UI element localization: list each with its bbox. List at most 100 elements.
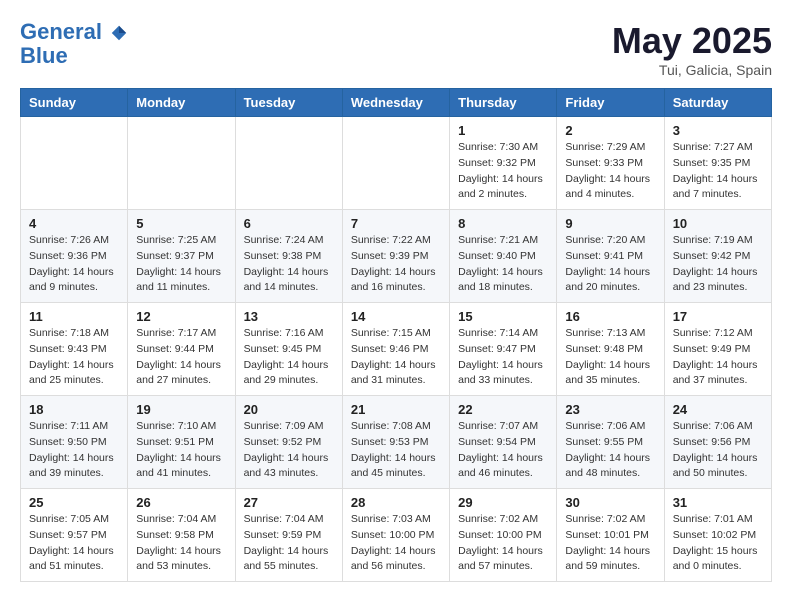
calendar-cell <box>21 117 128 210</box>
calendar-cell: 15Sunrise: 7:14 AM Sunset: 9:47 PM Dayli… <box>450 303 557 396</box>
calendar-cell: 31Sunrise: 7:01 AM Sunset: 10:02 PM Dayl… <box>664 489 771 582</box>
day-number: 18 <box>29 402 119 417</box>
day-info: Sunrise: 7:25 AM Sunset: 9:37 PM Dayligh… <box>136 233 226 296</box>
calendar-cell <box>342 117 449 210</box>
day-info: Sunrise: 7:10 AM Sunset: 9:51 PM Dayligh… <box>136 419 226 482</box>
day-info: Sunrise: 7:12 AM Sunset: 9:49 PM Dayligh… <box>673 326 763 389</box>
calendar-cell: 23 Sunrise: 7:06 AM Sunset: 9:55 PM Dayli… <box>557 396 664 489</box>
calendar-cell: 21 Sunrise: 7:08 AM Sunset: 9:53 PM Dayli… <box>342 396 449 489</box>
day-number: 13 <box>244 309 334 324</box>
calendar-cell: 30Sunrise: 7:02 AM Sunset: 10:01 PM Dayl… <box>557 489 664 582</box>
day-number: 22 <box>458 402 548 417</box>
day-info: Sunrise: 7:06 AM Sunset: 9:55 PM Dayligh… <box>565 419 655 482</box>
calendar-cell: 10Sunrise: 7:19 AM Sunset: 9:42 PM Dayli… <box>664 210 771 303</box>
day-number: 26 <box>136 495 226 510</box>
calendar-cell: 7 Sunrise: 7:22 AM Sunset: 9:39 PM Daylig… <box>342 210 449 303</box>
day-info: Sunrise: 7:02 AM Sunset: 10:00 PM Daylig… <box>458 512 548 575</box>
day-number: 23 <box>565 402 655 417</box>
day-info: Sunrise: 7:06 AM Sunset: 9:56 PM Dayligh… <box>673 419 763 482</box>
day-info: Sunrise: 7:03 AM Sunset: 10:00 PM Daylig… <box>351 512 441 575</box>
calendar-cell <box>128 117 235 210</box>
day-info: Sunrise: 7:17 AM Sunset: 9:44 PM Dayligh… <box>136 326 226 389</box>
calendar-cell: 29 Sunrise: 7:02 AM Sunset: 10:00 PM Dayl… <box>450 489 557 582</box>
day-number: 29 <box>458 495 548 510</box>
weekday-header-saturday: Saturday <box>664 89 771 117</box>
calendar-cell: 9 Sunrise: 7:20 AM Sunset: 9:41 PM Daylig… <box>557 210 664 303</box>
day-number: 19 <box>136 402 226 417</box>
calendar-cell: 25 Sunrise: 7:05 AM Sunset: 9:57 PM Dayli… <box>21 489 128 582</box>
day-info: Sunrise: 7:18 AM Sunset: 9:43 PM Dayligh… <box>29 326 119 389</box>
week-row-5: 25 Sunrise: 7:05 AM Sunset: 9:57 PM Dayli… <box>21 489 772 582</box>
day-info: Sunrise: 7:02 AM Sunset: 10:01 PM Daylig… <box>565 512 655 575</box>
calendar-cell: 1Sunrise: 7:30 AM Sunset: 9:32 PM Daylig… <box>450 117 557 210</box>
day-info: Sunrise: 7:05 AM Sunset: 9:57 PM Dayligh… <box>29 512 119 575</box>
day-number: 3 <box>673 123 763 138</box>
day-info: Sunrise: 7:08 AM Sunset: 9:53 PM Dayligh… <box>351 419 441 482</box>
day-number: 12 <box>136 309 226 324</box>
day-number: 8 <box>458 216 548 231</box>
day-info: Sunrise: 7:21 AM Sunset: 9:40 PM Dayligh… <box>458 233 548 296</box>
weekday-header-wednesday: Wednesday <box>342 89 449 117</box>
day-number: 16 <box>565 309 655 324</box>
week-row-1: 1Sunrise: 7:30 AM Sunset: 9:32 PM Daylig… <box>21 117 772 210</box>
page-header: General Blue May 2025 Tui, Galicia, Spai… <box>20 20 772 78</box>
calendar-cell: 27 Sunrise: 7:04 AM Sunset: 9:59 PM Dayli… <box>235 489 342 582</box>
day-number: 7 <box>351 216 441 231</box>
day-info: Sunrise: 7:19 AM Sunset: 9:42 PM Dayligh… <box>673 233 763 296</box>
weekday-header-sunday: Sunday <box>21 89 128 117</box>
weekday-header-tuesday: Tuesday <box>235 89 342 117</box>
day-number: 1 <box>458 123 548 138</box>
day-info: Sunrise: 7:29 AM Sunset: 9:33 PM Dayligh… <box>565 140 655 203</box>
day-number: 15 <box>458 309 548 324</box>
calendar-cell: 12 Sunrise: 7:17 AM Sunset: 9:44 PM Dayli… <box>128 303 235 396</box>
calendar-cell: 18 Sunrise: 7:11 AM Sunset: 9:50 PM Dayli… <box>21 396 128 489</box>
logo-text-blue: Blue <box>20 44 128 68</box>
calendar-cell: 6 Sunrise: 7:24 AM Sunset: 9:38 PM Daylig… <box>235 210 342 303</box>
day-info: Sunrise: 7:04 AM Sunset: 9:58 PM Dayligh… <box>136 512 226 575</box>
weekday-header-friday: Friday <box>557 89 664 117</box>
calendar-cell: 14Sunrise: 7:15 AM Sunset: 9:46 PM Dayli… <box>342 303 449 396</box>
location-text: Tui, Galicia, Spain <box>612 62 772 78</box>
calendar-table: SundayMondayTuesdayWednesdayThursdayFrid… <box>20 88 772 582</box>
calendar-cell: 24Sunrise: 7:06 AM Sunset: 9:56 PM Dayli… <box>664 396 771 489</box>
day-number: 6 <box>244 216 334 231</box>
day-info: Sunrise: 7:24 AM Sunset: 9:38 PM Dayligh… <box>244 233 334 296</box>
week-row-2: 4Sunrise: 7:26 AM Sunset: 9:36 PM Daylig… <box>21 210 772 303</box>
day-number: 21 <box>351 402 441 417</box>
calendar-cell: 3 Sunrise: 7:27 AM Sunset: 9:35 PM Daylig… <box>664 117 771 210</box>
day-number: 17 <box>673 309 763 324</box>
week-row-4: 18 Sunrise: 7:11 AM Sunset: 9:50 PM Dayli… <box>21 396 772 489</box>
day-info: Sunrise: 7:20 AM Sunset: 9:41 PM Dayligh… <box>565 233 655 296</box>
calendar-cell: 28Sunrise: 7:03 AM Sunset: 10:00 PM Dayl… <box>342 489 449 582</box>
calendar-cell <box>235 117 342 210</box>
calendar-cell: 4Sunrise: 7:26 AM Sunset: 9:36 PM Daylig… <box>21 210 128 303</box>
day-number: 9 <box>565 216 655 231</box>
day-number: 25 <box>29 495 119 510</box>
weekday-header-row: SundayMondayTuesdayWednesdayThursdayFrid… <box>21 89 772 117</box>
day-info: Sunrise: 7:22 AM Sunset: 9:39 PM Dayligh… <box>351 233 441 296</box>
logo-text: General <box>20 20 128 44</box>
day-info: Sunrise: 7:26 AM Sunset: 9:36 PM Dayligh… <box>29 233 119 296</box>
day-info: Sunrise: 7:11 AM Sunset: 9:50 PM Dayligh… <box>29 419 119 482</box>
day-number: 20 <box>244 402 334 417</box>
calendar-cell: 26 Sunrise: 7:04 AM Sunset: 9:58 PM Dayli… <box>128 489 235 582</box>
day-info: Sunrise: 7:04 AM Sunset: 9:59 PM Dayligh… <box>244 512 334 575</box>
calendar-cell: 5 Sunrise: 7:25 AM Sunset: 9:37 PM Daylig… <box>128 210 235 303</box>
calendar-cell: 16Sunrise: 7:13 AM Sunset: 9:48 PM Dayli… <box>557 303 664 396</box>
day-info: Sunrise: 7:16 AM Sunset: 9:45 PM Dayligh… <box>244 326 334 389</box>
day-number: 31 <box>673 495 763 510</box>
month-title: May 2025 <box>612 20 772 62</box>
day-number: 5 <box>136 216 226 231</box>
day-info: Sunrise: 7:07 AM Sunset: 9:54 PM Dayligh… <box>458 419 548 482</box>
weekday-header-thursday: Thursday <box>450 89 557 117</box>
day-number: 2 <box>565 123 655 138</box>
day-number: 27 <box>244 495 334 510</box>
calendar-cell: 8 Sunrise: 7:21 AM Sunset: 9:40 PM Daylig… <box>450 210 557 303</box>
day-info: Sunrise: 7:27 AM Sunset: 9:35 PM Dayligh… <box>673 140 763 203</box>
day-number: 11 <box>29 309 119 324</box>
calendar-title-area: May 2025 Tui, Galicia, Spain <box>612 20 772 78</box>
calendar-cell: 11 Sunrise: 7:18 AM Sunset: 9:43 PM Dayli… <box>21 303 128 396</box>
day-info: Sunrise: 7:15 AM Sunset: 9:46 PM Dayligh… <box>351 326 441 389</box>
week-row-3: 11 Sunrise: 7:18 AM Sunset: 9:43 PM Dayli… <box>21 303 772 396</box>
calendar-cell: 17 Sunrise: 7:12 AM Sunset: 9:49 PM Dayli… <box>664 303 771 396</box>
